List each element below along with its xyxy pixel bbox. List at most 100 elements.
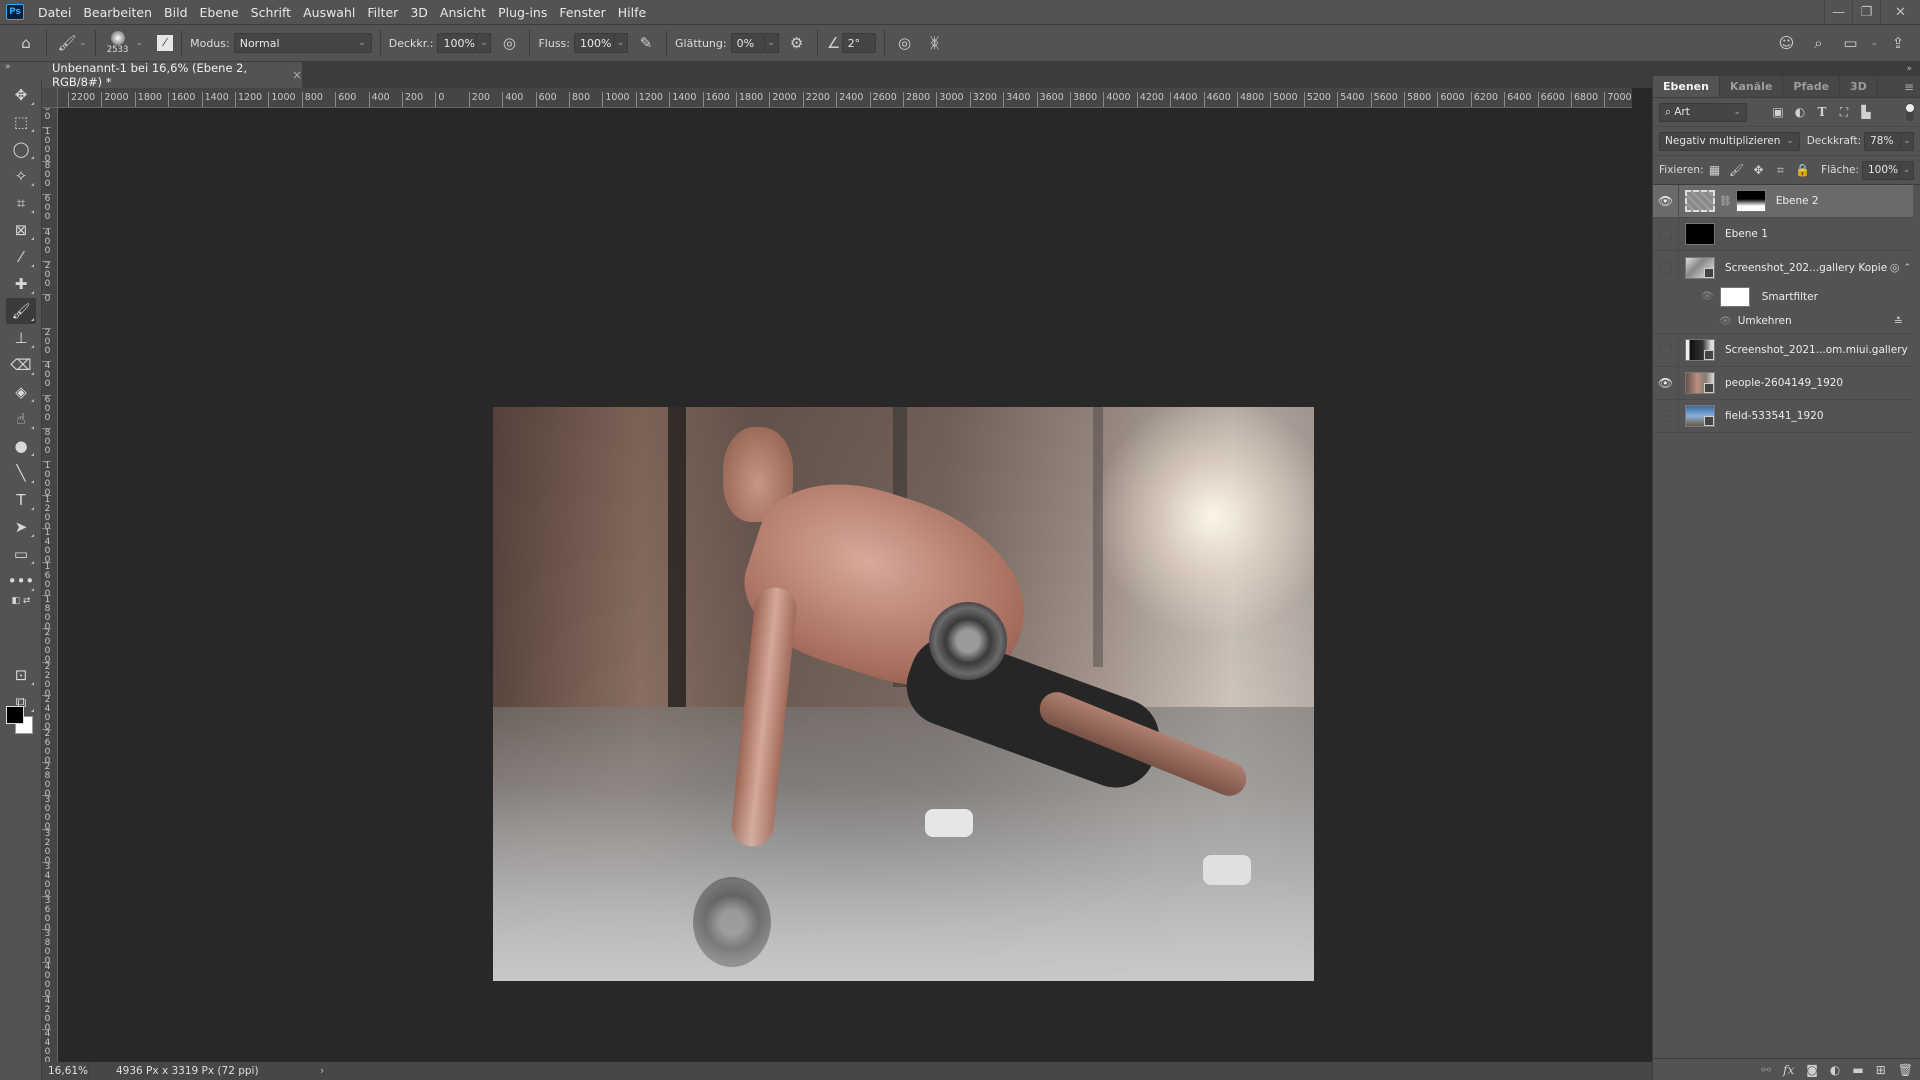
close-tab-icon[interactable]: × bbox=[292, 68, 302, 82]
menu-bild[interactable]: Bild bbox=[158, 0, 193, 25]
layer-people[interactable]: 👁 people-2604149_1920 bbox=[1653, 366, 1913, 400]
angle-input[interactable]: 2° bbox=[841, 33, 876, 53]
document-tab[interactable]: Unbenannt-1 bei 16,6% (Ebene 2, RGB/8#) … bbox=[42, 61, 302, 89]
menu-filter[interactable]: Filter bbox=[361, 0, 404, 25]
close-window-button[interactable]: ✕ bbox=[1880, 0, 1920, 25]
filter-item-row[interactable]: 👁 Umkehren ≛ bbox=[1653, 309, 1913, 334]
filter-shape-icon[interactable]: ⛶ bbox=[1833, 105, 1855, 120]
filter-toggle[interactable] bbox=[1906, 103, 1914, 121]
more-tools-icon[interactable]: ••• bbox=[6, 568, 36, 594]
type-tool-icon[interactable]: T bbox=[6, 487, 36, 513]
eraser-tool-icon[interactable]: ⌫ bbox=[6, 352, 36, 378]
default-swap-colors-icon[interactable]: ◧ ⇄ bbox=[6, 593, 36, 609]
marquee-tool-icon[interactable]: ⬚ bbox=[6, 109, 36, 135]
brush-tool-preset-icon[interactable]: 🖌 bbox=[55, 31, 79, 55]
layer-name[interactable]: people-2604149_1920 bbox=[1725, 377, 1843, 389]
brush-tool-icon[interactable]: 🖌 bbox=[6, 298, 36, 324]
document-image[interactable] bbox=[493, 407, 1314, 981]
visibility-eye-icon[interactable]: 👁 bbox=[1653, 366, 1679, 400]
layer-screenshot-kopie[interactable]: Screenshot_202...gallery Kopie ◎ ⌃ bbox=[1653, 251, 1913, 284]
airbrush-icon[interactable]: ✎ bbox=[634, 31, 658, 55]
glaettung-input[interactable]: 0% bbox=[730, 33, 765, 53]
menu-fenster[interactable]: Fenster bbox=[553, 0, 611, 25]
collapse-chevron-icon[interactable]: ⌃ bbox=[1903, 263, 1911, 273]
visibility-eye-icon[interactable]: 👁 bbox=[1701, 291, 1714, 302]
layer-name[interactable]: Screenshot_2021...om.miui.gallery bbox=[1725, 344, 1908, 356]
tab-ebenen[interactable]: Ebenen bbox=[1653, 76, 1720, 97]
visibility-eye-icon[interactable]: 👁 bbox=[1653, 184, 1679, 218]
search-icon[interactable]: ⌕ bbox=[1806, 31, 1830, 55]
filter-type-icon[interactable]: T bbox=[1811, 105, 1833, 119]
home-icon[interactable]: ⌂ bbox=[14, 31, 38, 55]
pen-tool-icon[interactable]: ╲ bbox=[6, 460, 36, 486]
filter-adjustment-icon[interactable]: ◐ bbox=[1789, 105, 1811, 119]
brush-size-picker[interactable]: 2533 bbox=[104, 31, 132, 55]
visibility-toggle[interactable] bbox=[1653, 217, 1679, 251]
layer-field[interactable]: field-533541_1920 bbox=[1653, 399, 1913, 433]
visibility-eye-icon[interactable]: 👁 bbox=[1719, 316, 1732, 327]
glaettung-dropdown[interactable]: ⌄ bbox=[764, 33, 779, 53]
lock-transparency-icon[interactable]: ▦ bbox=[1704, 163, 1726, 177]
toolbar-collapse-toggle[interactable]: » bbox=[0, 62, 42, 80]
smartfilter-mask-thumbnail[interactable] bbox=[1719, 286, 1750, 307]
chevron-down-icon[interactable]: ⌄ bbox=[1870, 38, 1878, 48]
vertical-ruler[interactable]: 8001000800600400200020040060080010001200… bbox=[42, 108, 58, 1062]
frame-tool-icon[interactable]: ⊠ bbox=[6, 217, 36, 243]
foreground-color-swatch[interactable] bbox=[6, 706, 24, 724]
gear-icon[interactable]: ⚙ bbox=[785, 31, 809, 55]
symmetry-butterfly-icon[interactable]: ᛤ bbox=[923, 31, 947, 55]
magic-wand-tool-icon[interactable]: ✧ bbox=[6, 163, 36, 189]
visibility-toggle[interactable] bbox=[1653, 333, 1679, 367]
add-mask-icon[interactable]: ◙ bbox=[1806, 1063, 1818, 1077]
lock-all-icon[interactable]: 🔒 bbox=[1792, 163, 1814, 177]
layer-ebene-1[interactable]: Ebene 1 bbox=[1653, 217, 1913, 251]
tab-kanaele[interactable]: Kanäle bbox=[1720, 76, 1784, 97]
layer-name[interactable]: Ebene 2 bbox=[1776, 195, 1819, 207]
lasso-tool-icon[interactable]: ◯ bbox=[6, 136, 36, 162]
lock-position-icon[interactable]: ✥ bbox=[1748, 163, 1770, 177]
fill-input[interactable]: 100% bbox=[1862, 160, 1900, 180]
healing-brush-tool-icon[interactable]: ✚ bbox=[6, 271, 36, 297]
filter-smartobject-icon[interactable]: ▙ bbox=[1855, 105, 1877, 119]
rectangle-tool-icon[interactable]: ▭ bbox=[6, 541, 36, 567]
fill-dropdown[interactable]: ⌄ bbox=[1900, 160, 1914, 180]
paint-bucket-tool-icon[interactable]: ◈ bbox=[6, 379, 36, 405]
fluss-input[interactable]: 100% bbox=[574, 33, 614, 53]
smartfilter-row[interactable]: 👁 Smartfilter bbox=[1653, 284, 1913, 309]
eyedropper-tool-icon[interactable]: ⁄ bbox=[6, 244, 36, 270]
menu-auswahl[interactable]: Auswahl bbox=[297, 0, 361, 25]
menu-ansicht[interactable]: Ansicht bbox=[434, 0, 492, 25]
panel-collapse-toggle[interactable]: » bbox=[1652, 62, 1920, 76]
horizontal-ruler[interactable]: 2200 2000 1800 1600 1400 1200 1000 800 600 400 200… bbox=[58, 88, 1632, 108]
menu-3d[interactable]: 3D bbox=[404, 0, 434, 25]
mask-link-icon[interactable]: ⛓ bbox=[1719, 196, 1732, 207]
menu-schrift[interactable]: Schrift bbox=[245, 0, 297, 25]
restore-button[interactable]: ❐ bbox=[1852, 0, 1880, 25]
opacity-input[interactable]: 78% bbox=[1864, 131, 1901, 151]
deckkraft-dropdown[interactable]: ⌄ bbox=[477, 33, 492, 53]
pressure-opacity-icon[interactable]: ◎ bbox=[497, 31, 521, 55]
filter-blending-options-icon[interactable]: ≛ bbox=[1894, 315, 1903, 328]
visibility-toggle[interactable] bbox=[1653, 251, 1679, 284]
ruler-origin[interactable] bbox=[42, 88, 58, 108]
delete-layer-trash-icon[interactable]: 🗑 bbox=[1898, 1063, 1913, 1077]
dodge-tool-icon[interactable]: ● bbox=[6, 433, 36, 459]
layer-screenshot-miui[interactable]: Screenshot_2021...om.miui.gallery bbox=[1653, 333, 1913, 367]
fluss-dropdown[interactable]: ⌄ bbox=[614, 33, 628, 53]
layer-name[interactable]: Ebene 1 bbox=[1725, 228, 1768, 240]
modus-select[interactable]: Normal ⌄ bbox=[233, 33, 372, 53]
workspace-icon[interactable]: ▭ bbox=[1838, 31, 1862, 55]
tab-3d[interactable]: 3D bbox=[1840, 76, 1878, 97]
chevron-down-icon[interactable]: ⌄ bbox=[79, 38, 87, 48]
menu-bearbeiten[interactable]: Bearbeiten bbox=[77, 0, 158, 25]
status-menu-arrow-icon[interactable]: › bbox=[320, 1065, 324, 1077]
opacity-dropdown[interactable]: ⌄ bbox=[1900, 131, 1914, 151]
move-tool-icon[interactable]: ✥ bbox=[6, 82, 36, 108]
panel-menu-icon[interactable]: ≡ bbox=[1898, 76, 1920, 97]
brush-settings-panel-icon[interactable]: ⁄ bbox=[157, 35, 174, 51]
share-export-icon[interactable]: ⇪ bbox=[1886, 31, 1910, 55]
menu-ebene[interactable]: Ebene bbox=[194, 0, 245, 25]
share-user-icon[interactable]: ☺ bbox=[1774, 31, 1798, 55]
smudge-tool-icon[interactable]: ☝ bbox=[6, 406, 36, 432]
crop-tool-icon[interactable]: ⌗ bbox=[6, 190, 36, 216]
